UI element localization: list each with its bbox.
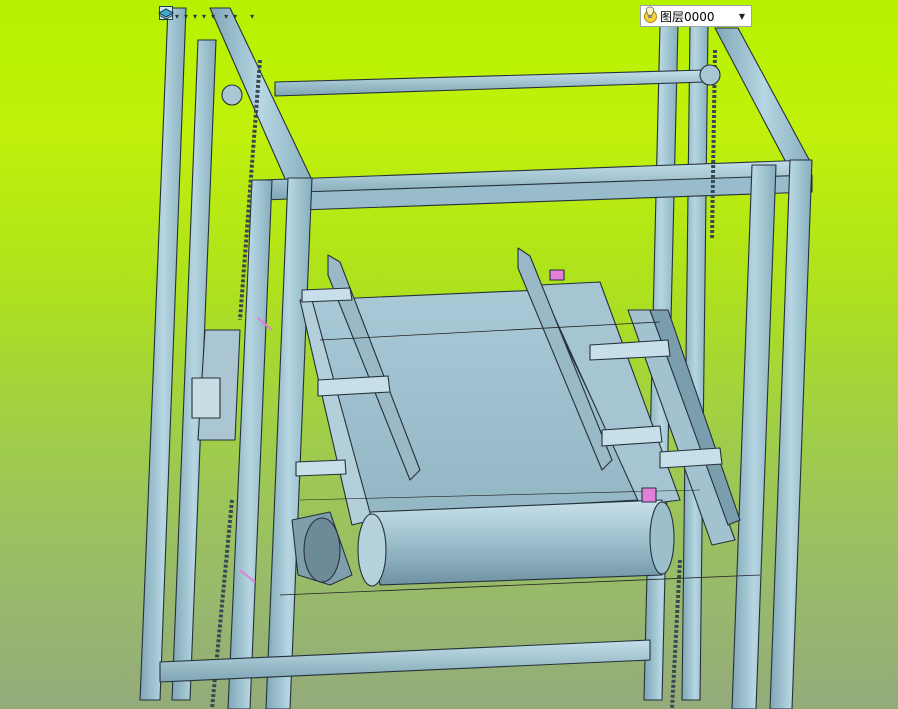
crosshair-button[interactable]: ▾ (159, 6, 215, 28)
post-front-left (227, 179, 273, 709)
layer-stack-icon (158, 8, 174, 20)
top-diagonal-right (714, 27, 813, 171)
sensor-top (549, 269, 565, 281)
3d-viewport[interactable]: ▾ ▾ ▾ ▾ ▾ ▾ ▾ ▾ 图层0000 ▼ (0, 0, 898, 709)
top-shaft (274, 69, 706, 97)
section-button[interactable]: ▾ (159, 6, 206, 28)
cube-solid-button[interactable]: ▾ (160, 6, 179, 28)
cad-model-drawing (139, 7, 813, 709)
sensor-bottom (641, 487, 657, 503)
layer-selector[interactable]: 图层0000 ▼ (640, 5, 752, 27)
front-roller (369, 499, 663, 586)
dimension-button[interactable]: ▾ (160, 6, 228, 28)
layer-name: 图层0000 (660, 9, 715, 24)
grid-view-button[interactable]: ▾ (159, 6, 237, 28)
layer-stack-button[interactable]: ▾ (158, 6, 254, 28)
post-front-left-2 (265, 177, 313, 709)
chevron-down-icon[interactable]: ▼ (739, 12, 745, 21)
render-button[interactable]: ▾ (159, 6, 197, 28)
lightbulb-icon[interactable] (645, 6, 655, 19)
view-shade-button[interactable]: ▾ (159, 6, 188, 28)
post-front-right-2 (769, 159, 813, 709)
post-front-right (731, 164, 777, 709)
